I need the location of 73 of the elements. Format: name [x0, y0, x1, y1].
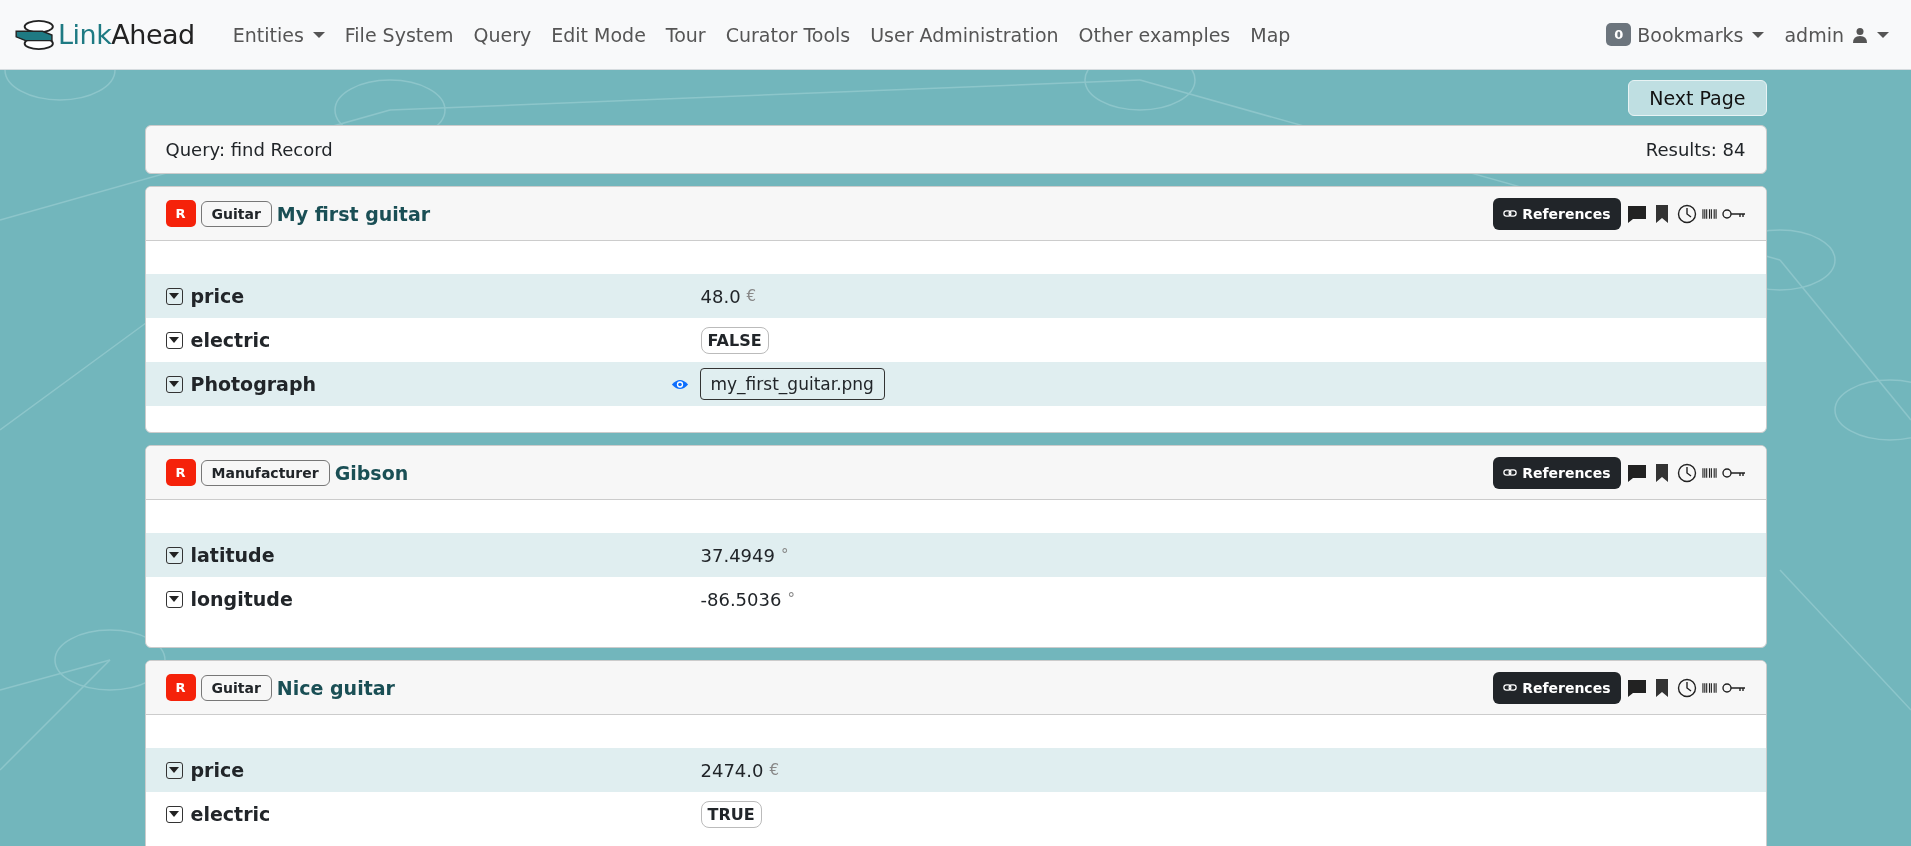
unit-label: €	[746, 287, 757, 305]
property-name: latitude	[190, 544, 275, 566]
record-name: My first guitar	[276, 202, 431, 225]
link-icon	[1503, 468, 1518, 477]
nav-link[interactable]: Other examples	[1068, 23, 1241, 46]
property-value: -86.5036	[700, 588, 782, 610]
unit-label: °	[780, 546, 789, 564]
role-badge: R	[165, 459, 196, 486]
barcode-icon[interactable]	[1701, 207, 1717, 220]
caret-icon	[1752, 31, 1765, 38]
unit-label: €	[769, 761, 780, 779]
nav-link[interactable]: Tour	[655, 23, 716, 46]
results-count: Results: 84	[1645, 139, 1746, 160]
nav-link[interactable]: Query	[463, 23, 542, 46]
bookmarks-menu[interactable]: 0 Bookmarks	[1596, 23, 1775, 46]
collapse-toggle-icon[interactable]	[165, 331, 183, 349]
link-icon	[1503, 209, 1518, 218]
nav-link[interactable]: File System	[334, 23, 464, 46]
barcode-icon[interactable]	[1701, 681, 1717, 694]
role-badge: R	[165, 200, 196, 227]
collapse-toggle-icon[interactable]	[165, 375, 183, 393]
property-name: price	[190, 285, 245, 307]
record-name: Nice guitar	[276, 676, 395, 699]
references-button[interactable]: References	[1493, 197, 1621, 230]
comment-icon[interactable]	[1626, 203, 1647, 224]
nav-link[interactable]: User Administration	[860, 23, 1069, 46]
key-icon[interactable]	[1721, 466, 1746, 479]
key-icon[interactable]	[1721, 681, 1746, 694]
brand-logo[interactable]: LinkAhead	[14, 18, 195, 51]
property-name: price	[190, 759, 245, 781]
property-name: longitude	[190, 588, 293, 610]
collapse-toggle-icon[interactable]	[165, 590, 183, 608]
nav-link[interactable]: Map	[1240, 23, 1301, 46]
record-type-tag[interactable]: Manufacturer	[200, 459, 330, 486]
next-page-button[interactable]: Next Page	[1628, 80, 1767, 116]
user-icon	[1852, 26, 1868, 43]
clock-icon[interactable]	[1676, 203, 1697, 224]
file-reference-link[interactable]: my_first_guitar.png	[699, 368, 885, 400]
barcode-icon[interactable]	[1701, 466, 1717, 479]
collapse-toggle-icon[interactable]	[165, 805, 183, 823]
caret-icon	[1877, 31, 1889, 38]
collapse-toggle-icon[interactable]	[165, 761, 183, 779]
property-value: 37.4949	[700, 544, 775, 566]
key-icon[interactable]	[1721, 207, 1746, 220]
boolean-value: TRUE	[700, 800, 762, 828]
clock-icon[interactable]	[1676, 677, 1697, 698]
property-value: 48.0	[700, 285, 741, 307]
property-name: electric	[190, 803, 271, 825]
user-menu[interactable]: admin	[1774, 23, 1899, 46]
bookmark-count-badge: 0	[1606, 23, 1632, 46]
property-value: 2474.0	[700, 759, 764, 781]
comment-icon[interactable]	[1626, 677, 1647, 698]
record-name: Gibson	[334, 461, 409, 484]
references-button[interactable]: References	[1493, 456, 1621, 489]
eye-icon[interactable]	[670, 377, 689, 391]
collapse-toggle-icon[interactable]	[165, 546, 183, 564]
comment-icon[interactable]	[1626, 462, 1647, 483]
property-name: electric	[190, 329, 271, 351]
nav-link[interactable]: Entities	[222, 23, 335, 46]
property-name: Photograph	[190, 373, 317, 395]
role-badge: R	[165, 674, 196, 701]
nav-link[interactable]: Edit Mode	[541, 23, 656, 46]
collapse-toggle-icon[interactable]	[165, 287, 183, 305]
boolean-value: FALSE	[700, 326, 769, 354]
database-logo-icon	[14, 18, 56, 51]
clock-icon[interactable]	[1676, 462, 1697, 483]
record-type-tag[interactable]: Guitar	[200, 200, 272, 227]
references-button[interactable]: References	[1493, 671, 1621, 704]
record-type-tag[interactable]: Guitar	[200, 674, 272, 701]
nav-link[interactable]: Curator Tools	[715, 23, 861, 46]
unit-label: °	[787, 590, 795, 608]
query-text: Query: find Record	[165, 139, 333, 160]
link-icon	[1503, 683, 1518, 692]
